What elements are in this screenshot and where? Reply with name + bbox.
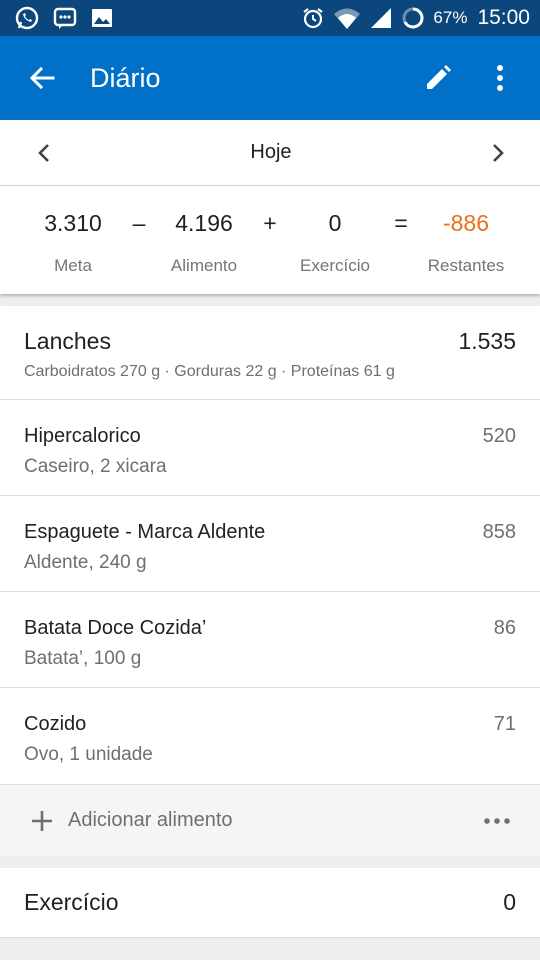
food-value: 4.196 [175, 210, 233, 236]
day-navigator: Hoje [0, 120, 540, 186]
calorie-summary: 3.310 – 4.196 + 0 = -886 Meta Alimento E… [0, 186, 540, 294]
status-bar: 67% 15:00 [0, 0, 540, 36]
battery-icon [401, 6, 425, 30]
next-day-button[interactable] [484, 139, 512, 167]
food-item[interactable]: Cozido Ovo, 1 unidade 71 [0, 688, 540, 784]
food-name: Batata Doce Cozida’ [24, 617, 207, 639]
page-title: Diário [90, 62, 161, 93]
food-calories: 858 [482, 521, 516, 543]
summary-values: 3.310 – 4.196 + 0 = -886 [0, 210, 540, 240]
edit-button[interactable] [416, 56, 460, 100]
section-gap [0, 294, 540, 306]
food-calories: 86 [493, 617, 516, 639]
remaining-label: Restantes [427, 256, 505, 275]
status-left-icons [14, 5, 114, 31]
remaining-value: -886 [442, 210, 490, 236]
exercise-section-value: 0 [503, 889, 516, 915]
day-label[interactable]: Hoje [250, 141, 291, 164]
chevron-left-icon [38, 143, 49, 162]
clock-time: 15:00 [477, 6, 530, 29]
exercise-section-title: Exercício [24, 889, 119, 915]
food-description: Caseiro, 2 xicara [24, 456, 167, 477]
add-food-row: Adicionar alimento [0, 784, 540, 856]
food-calories: 520 [482, 425, 516, 447]
food-description: Aldente, 240 g [24, 552, 147, 573]
exercise-label: Exercício [300, 256, 370, 275]
exercise-section[interactable]: Exercício 0 [0, 868, 540, 938]
back-button[interactable] [24, 60, 60, 96]
image-icon [90, 6, 114, 30]
more-vertical-icon [497, 65, 503, 91]
food-description: Batata’, 100 g [24, 648, 142, 669]
battery-percent: 67% [433, 8, 468, 27]
chat-icon [52, 5, 78, 31]
equals-sign: = [394, 210, 408, 236]
food-calories: 71 [493, 713, 516, 735]
exercise-value: 0 [328, 210, 342, 236]
add-food-label[interactable]: Adicionar alimento [68, 809, 480, 832]
section-gap [0, 856, 540, 868]
food-name: Hipercalorico [24, 425, 141, 447]
wifi-icon [333, 6, 361, 30]
back-arrow-icon [29, 66, 55, 90]
meal-total-calories: 1.535 [458, 328, 516, 354]
chevron-right-icon [493, 143, 504, 162]
minus-sign: – [132, 210, 146, 236]
alarm-icon [301, 6, 325, 30]
more-options-button[interactable] [478, 56, 522, 100]
food-name: Espaguete - Marca Aldente [24, 521, 266, 543]
food-description: Ovo, 1 unidade [24, 744, 153, 765]
add-food-button[interactable] [28, 807, 56, 835]
status-right-icons: 67% 15:00 [301, 6, 530, 30]
meal-more-button[interactable] [480, 807, 514, 835]
meal-macros: Carboidratos 270 g · Gorduras 22 g · Pro… [24, 363, 395, 380]
food-item[interactable]: Batata Doce Cozida’ Batata’, 100 g 86 [0, 592, 540, 688]
plus-icon [32, 810, 52, 831]
goal-label: Meta [54, 256, 92, 275]
food-item[interactable]: Hipercalorico Caseiro, 2 xicara 520 [0, 400, 540, 496]
food-label: Alimento [170, 256, 238, 275]
app-bar: Diário [0, 36, 540, 120]
summary-labels: Meta Alimento Exercício Restantes [0, 256, 540, 278]
meal-card-lanches: Lanches 1.535 Carboidratos 270 g · Gordu… [0, 306, 540, 856]
plus-sign: + [263, 210, 277, 236]
whatsapp-icon [14, 5, 40, 31]
meal-header[interactable]: Lanches 1.535 Carboidratos 270 g · Gordu… [0, 306, 540, 400]
food-item[interactable]: Espaguete - Marca Aldente Aldente, 240 g… [0, 496, 540, 592]
meal-name: Lanches [24, 328, 111, 354]
goal-value: 3.310 [44, 210, 102, 236]
food-name: Cozido [24, 713, 87, 735]
signal-icon [369, 6, 393, 30]
pencil-icon [427, 65, 451, 89]
more-horizontal-icon [484, 817, 510, 824]
previous-day-button[interactable] [30, 139, 58, 167]
